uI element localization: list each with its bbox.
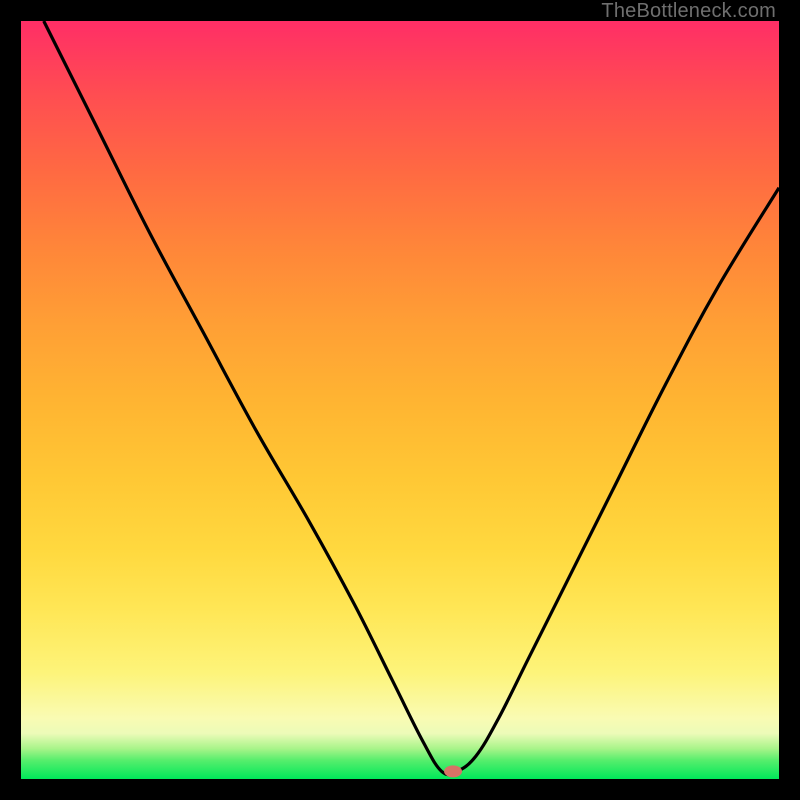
curve-svg	[21, 21, 779, 779]
optimal-point-marker	[444, 765, 462, 777]
chart-frame: TheBottleneck.com	[0, 0, 800, 800]
plot-area	[21, 21, 779, 779]
bottleneck-curve	[44, 21, 779, 775]
watermark-text: TheBottleneck.com	[601, 0, 776, 23]
